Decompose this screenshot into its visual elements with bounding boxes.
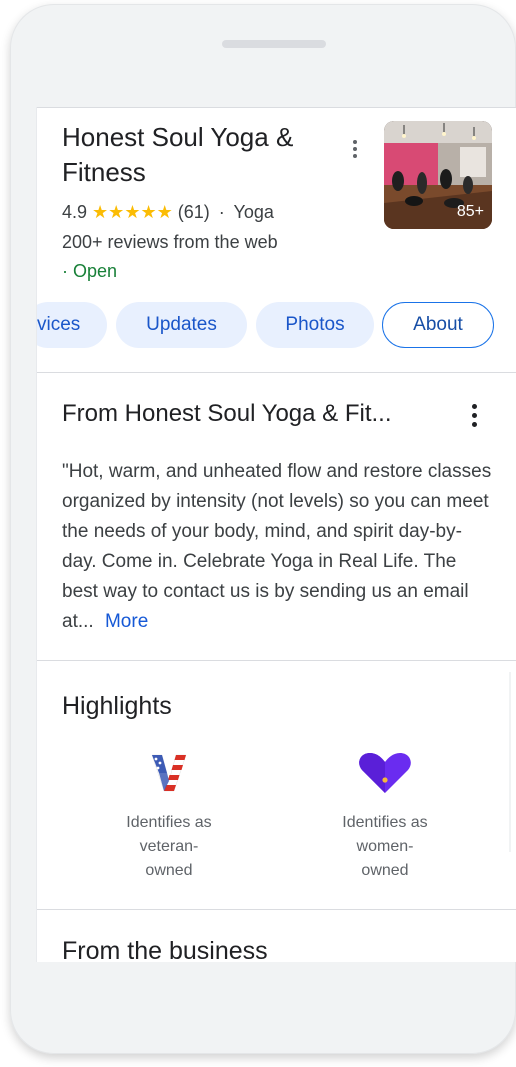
divider bbox=[37, 660, 516, 661]
tab-about-label: About bbox=[413, 314, 463, 335]
tab-services-label: vices bbox=[37, 314, 81, 335]
tab-photos[interactable]: Photos bbox=[256, 302, 374, 348]
business-name: Honest Soul Yoga & Fitness bbox=[62, 122, 294, 187]
photo-count-badge: 85+ bbox=[456, 203, 484, 220]
divider bbox=[37, 909, 516, 910]
web-reviews-text[interactable]: 200+ reviews from the web bbox=[62, 231, 278, 253]
rating-line: 4.9 ★★★★★ (61) · Yoga bbox=[62, 201, 274, 223]
veteran-label-line: veteran- bbox=[139, 838, 199, 855]
from-section-more-options-icon[interactable] bbox=[467, 404, 481, 427]
business-profile-card: Honest Soul Yoga & Fitness 85+ 4.9 ★★★★★… bbox=[36, 107, 516, 962]
top-border bbox=[37, 107, 516, 108]
more-link[interactable]: More bbox=[99, 611, 148, 632]
highlights-scrollbar[interactable] bbox=[509, 672, 511, 852]
from-the-business-title: From the business bbox=[62, 937, 268, 962]
rating-separator: · bbox=[218, 202, 225, 222]
veteran-label-line: owned bbox=[145, 862, 193, 879]
tab-updates[interactable]: Updates bbox=[116, 302, 247, 348]
tab-updates-label: Updates bbox=[146, 314, 217, 335]
review-count[interactable]: (61) bbox=[178, 202, 210, 222]
tab-about[interactable]: About bbox=[382, 302, 494, 348]
women-label-line: Identifies as bbox=[342, 814, 428, 831]
business-category: Yoga bbox=[233, 202, 274, 222]
description-text: "Hot, warm, and unheated flow and restor… bbox=[62, 461, 492, 632]
women-owned-label: Identifies as women- owned bbox=[315, 811, 455, 883]
purple-heart-icon bbox=[358, 753, 412, 800]
tab-services[interactable]: vices bbox=[37, 302, 107, 348]
women-label-line: owned bbox=[361, 862, 409, 879]
open-status: · Open bbox=[62, 261, 118, 281]
highlights-title: Highlights bbox=[62, 692, 172, 720]
rating-value: 4.9 bbox=[62, 202, 88, 222]
veteran-owned-label: Identifies as veteran- owned bbox=[99, 811, 239, 883]
phone-frame: Honest Soul Yoga & Fitness 85+ 4.9 ★★★★★… bbox=[10, 4, 516, 1054]
business-description: "Hot, warm, and unheated flow and restor… bbox=[62, 457, 492, 637]
phone-speaker bbox=[222, 40, 326, 48]
divider bbox=[37, 372, 516, 373]
header-more-options-icon[interactable] bbox=[348, 140, 362, 158]
women-label-line: women- bbox=[356, 838, 414, 855]
star-rating-icon: ★★★★★ bbox=[92, 202, 173, 222]
tab-photos-label: Photos bbox=[285, 314, 345, 335]
business-photo-thumbnail[interactable]: 85+ bbox=[384, 121, 492, 229]
veteran-flag-v-icon bbox=[150, 753, 188, 798]
veteran-label-line: Identifies as bbox=[126, 814, 212, 831]
from-section-title: From Honest Soul Yoga & Fit... bbox=[62, 400, 392, 427]
